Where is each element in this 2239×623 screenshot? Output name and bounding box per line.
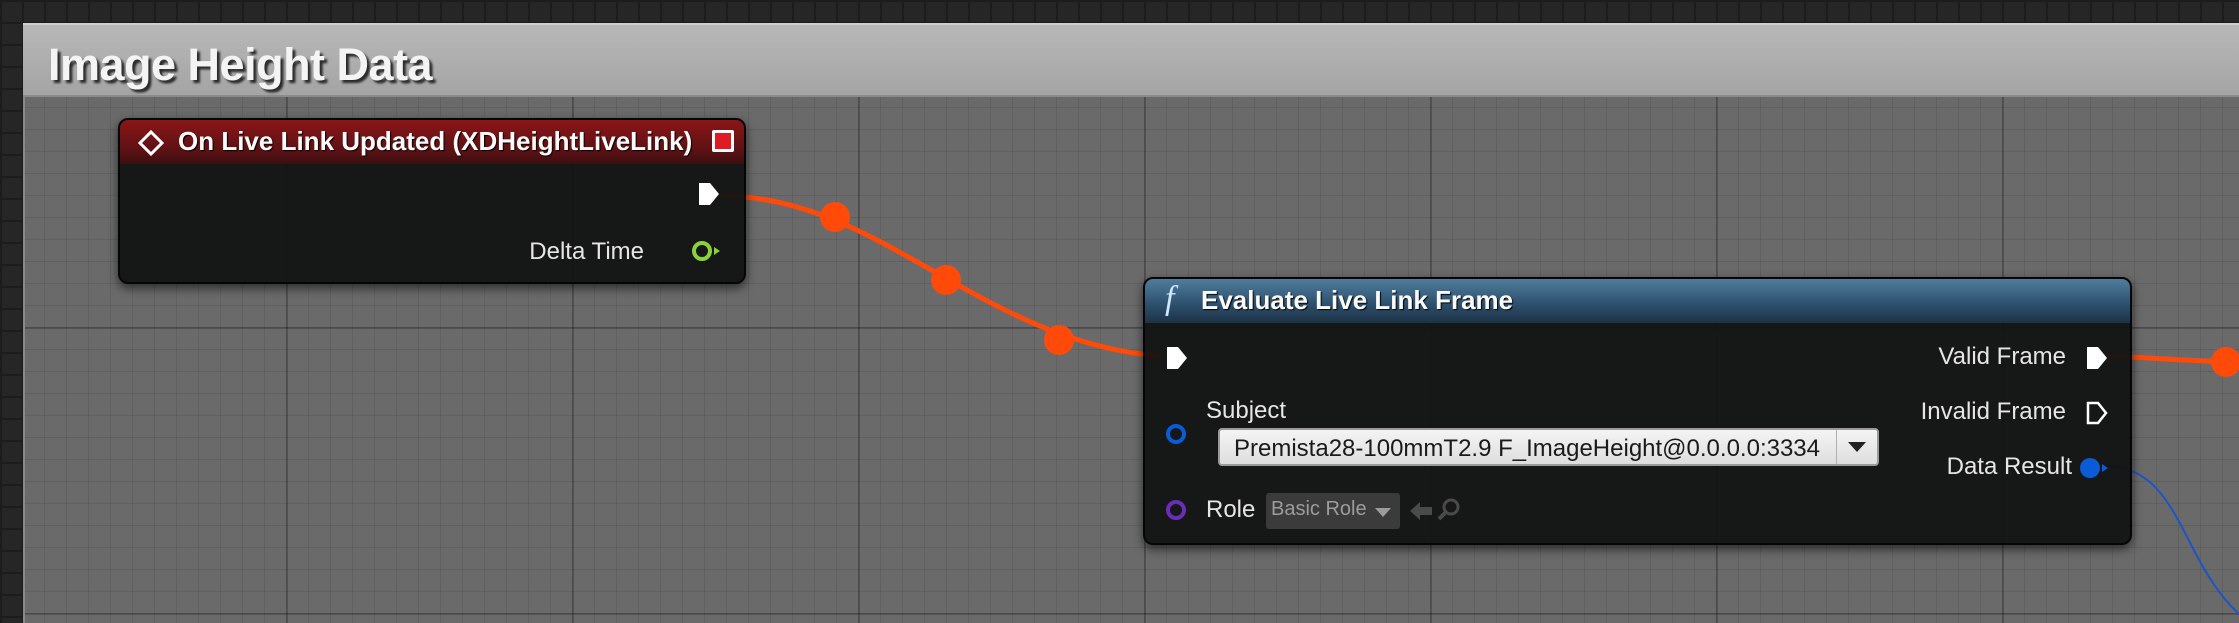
dropdown-arrow-icon <box>1375 508 1391 517</box>
role-dropdown[interactable]: Basic Role <box>1266 493 1400 529</box>
event-node-on-live-link-updated[interactable]: On Live Link Updated (XDHeightLiveLink) … <box>118 118 746 284</box>
pin-arrow-icon <box>2102 464 2108 472</box>
wire-knot <box>2211 347 2239 377</box>
role-dropdown-value: Basic Role <box>1271 498 1367 520</box>
wire-knot <box>820 202 850 232</box>
event-node-title: On Live Link Updated (XDHeightLiveLink) <box>178 126 693 156</box>
subject-label: Subject <box>1206 397 1287 424</box>
browse-arrow-icon[interactable] <box>1408 499 1434 523</box>
data-result-pin-icon[interactable] <box>2080 458 2100 478</box>
invalid-frame-label: Invalid Frame <box>1920 398 2066 425</box>
role-label: Role <box>1206 496 1256 523</box>
valid-frame-exec-pin-icon[interactable] <box>2084 344 2110 372</box>
delta-time-pin-icon[interactable] <box>692 241 712 261</box>
event-node-header[interactable]: On Live Link Updated (XDHeightLiveLink) <box>120 120 744 164</box>
stop-icon[interactable] <box>712 130 734 152</box>
wire-knot <box>931 265 961 295</box>
subject-pin-icon[interactable] <box>1166 424 1186 444</box>
subject-dropdown-value: Premista28-100mmT2.9 F_ImageHeight@0.0.0… <box>1234 435 1820 462</box>
dropdown-arrow-icon <box>1848 442 1866 452</box>
role-pin-icon[interactable] <box>1166 500 1186 520</box>
function-node-header[interactable]: f Evaluate Live Link Frame <box>1145 279 2130 323</box>
function-node-title: Evaluate Live Link Frame <box>1201 285 1514 315</box>
exec-in-pin-icon[interactable] <box>1164 344 1190 372</box>
delta-time-label: Delta Time <box>529 238 644 265</box>
invalid-frame-exec-pin-icon[interactable] <box>2084 399 2110 427</box>
function-icon: f <box>1165 280 1175 317</box>
pin-arrow-icon <box>714 247 720 255</box>
data-result-label: Data Result <box>1946 453 2072 480</box>
wire-knot <box>1044 325 1074 355</box>
valid-frame-label: Valid Frame <box>1938 343 2066 370</box>
event-diamond-icon <box>138 130 164 156</box>
search-icon[interactable] <box>1436 497 1462 523</box>
subject-dropdown[interactable]: Premista28-100mmT2.9 F_ImageHeight@0.0.0… <box>1218 428 1879 466</box>
function-node-evaluate-live-link-frame[interactable]: f Evaluate Live Link Frame Subject Premi… <box>1143 277 2132 545</box>
dropdown-button[interactable] <box>1836 430 1877 464</box>
exec-out-pin-icon[interactable] <box>696 180 722 208</box>
